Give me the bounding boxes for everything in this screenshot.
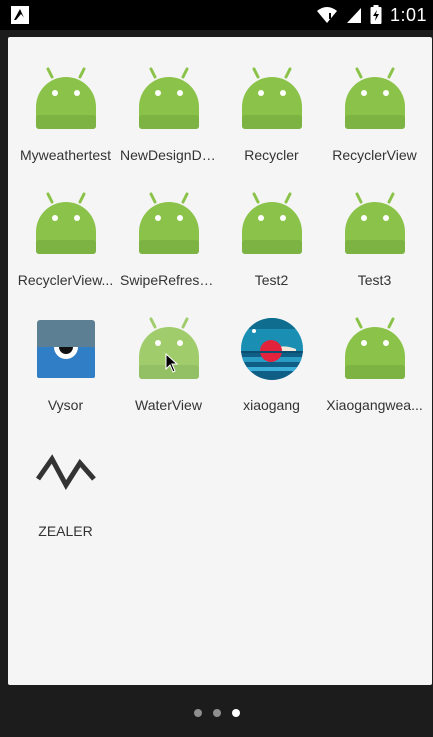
android-icon: [35, 192, 96, 254]
wifi-icon: [316, 7, 337, 23]
app-label: xiaogang: [243, 397, 300, 413]
app-newdesignde[interactable]: NewDesignDe...: [117, 47, 220, 167]
page-dot-2[interactable]: [212, 709, 221, 717]
android-icon: [241, 192, 302, 254]
android-icon: [344, 317, 405, 379]
notification-icon: [11, 6, 29, 24]
app-label: RecyclerView: [332, 147, 417, 163]
page-indicator[interactable]: [0, 709, 433, 723]
signal-icon: [346, 8, 361, 23]
app-label: RecyclerView...: [17, 272, 114, 288]
app-label: Vysor: [47, 397, 84, 413]
zealer-icon: [35, 454, 96, 490]
app-label: Myweathertest: [19, 147, 112, 163]
app-swiperefresh[interactable]: SwipeRefresh...: [117, 172, 220, 292]
vysor-icon: [36, 320, 95, 378]
app-label: Test3: [357, 272, 392, 288]
clock: 1:01: [389, 4, 427, 25]
app-label: Xiaogangwea...: [326, 397, 423, 413]
app-label: ZEALER: [38, 523, 93, 539]
app-label: NewDesignDe...: [120, 147, 220, 163]
app-xiaogangwea[interactable]: Xiaogangwea...: [323, 297, 426, 417]
android-icon: [35, 67, 96, 129]
status-bar: 1:01: [0, 0, 433, 30]
app-zealer[interactable]: ZEALER: [14, 423, 117, 543]
battery-charging-icon: [370, 5, 382, 24]
app-recyclerview[interactable]: RecyclerView: [323, 47, 426, 167]
app-label: Recycler: [244, 147, 299, 163]
android-icon: [344, 67, 405, 129]
app-vysor[interactable]: Vysor: [14, 297, 117, 417]
app-test3[interactable]: Test3: [323, 172, 426, 292]
mouse-cursor-icon: [165, 353, 179, 373]
app-test2[interactable]: Test2: [220, 172, 323, 292]
android-icon: [241, 67, 302, 129]
page-dot-1[interactable]: [193, 709, 202, 717]
app-recyclerview-2[interactable]: RecyclerView...: [14, 172, 117, 292]
app-myweathertest[interactable]: Myweathertest: [14, 47, 117, 167]
app-label: Test2: [254, 272, 289, 288]
android-icon: [138, 192, 199, 254]
app-drawer[interactable]: Myweathertest NewDesignDe... Recycler Re…: [8, 37, 432, 685]
app-xiaogang[interactable]: xiaogang: [220, 297, 323, 417]
app-label: SwipeRefresh...: [120, 272, 219, 288]
android-icon: [138, 67, 199, 129]
xiaogang-icon: [240, 318, 303, 380]
page-dot-3[interactable]: [231, 709, 240, 717]
android-icon: [344, 192, 405, 254]
app-recycler[interactable]: Recycler: [220, 47, 323, 167]
app-label: WaterView: [135, 397, 202, 413]
